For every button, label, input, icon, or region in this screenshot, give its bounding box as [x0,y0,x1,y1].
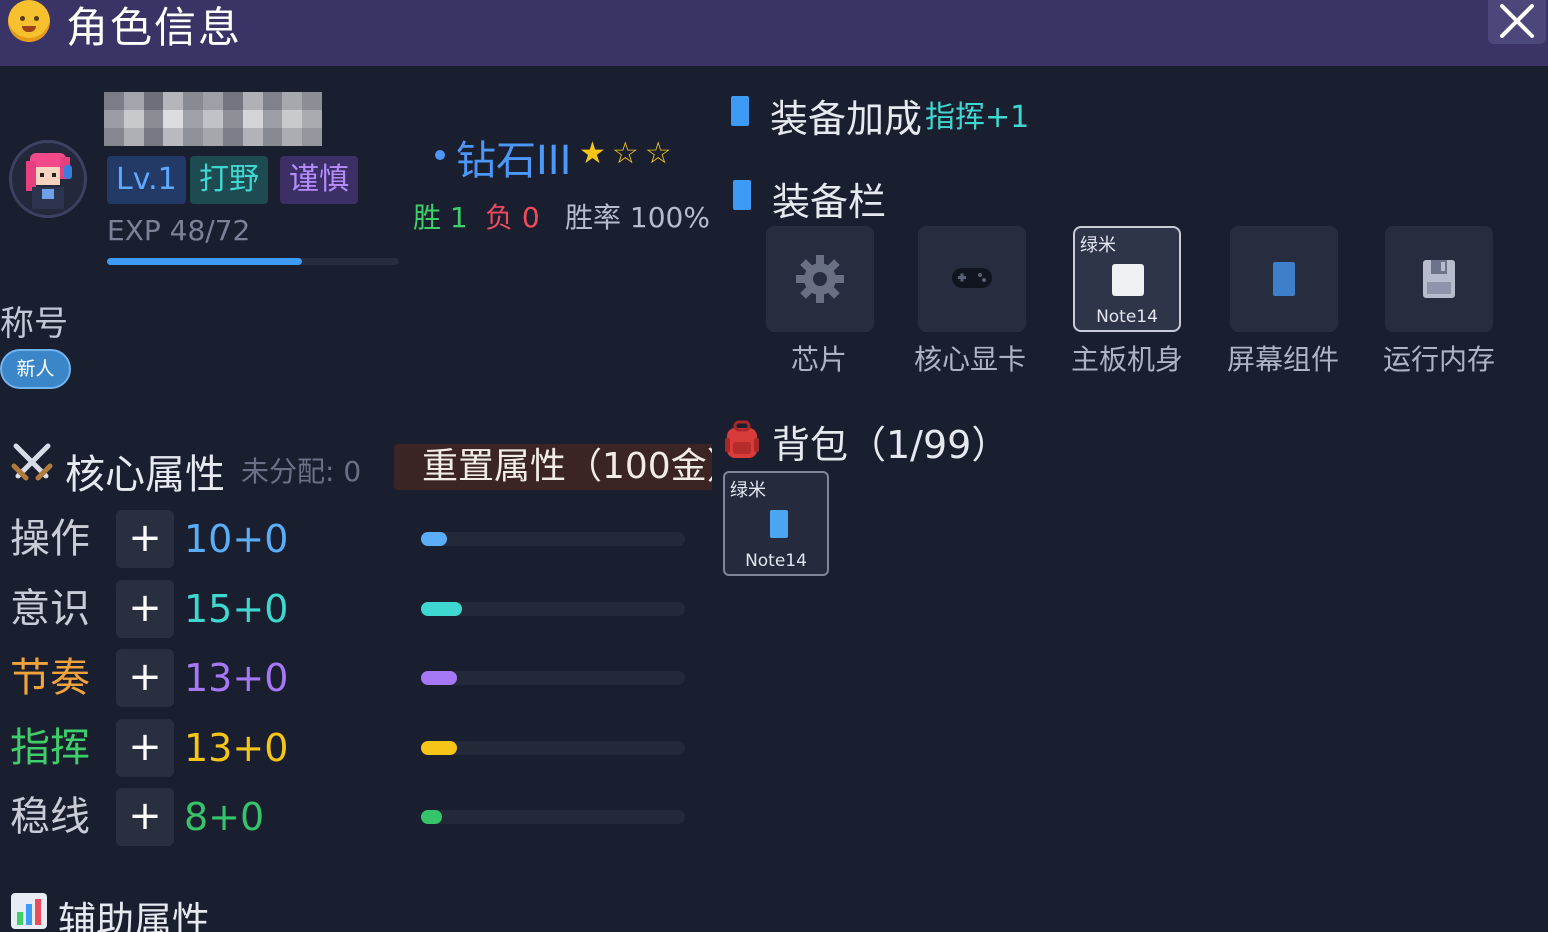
floppy-disk-icon [1423,260,1455,298]
attribute-bar-fill [421,741,457,755]
rarity-label: 绿米 [730,480,766,501]
rank-name: 钻石III [456,138,572,184]
attribute-row: 意识 + 15+0 [0,580,700,638]
slot-label: 屏幕组件 [1226,343,1339,376]
attribute-row: 节奏 + 13+0 [0,649,700,707]
add-point-button[interactable]: + [116,649,174,707]
slot-label: 主板机身 [1070,343,1183,376]
close-icon [1500,4,1534,38]
gear-icon [796,255,844,303]
model-label: Note14 [1096,307,1158,327]
reset-attributes-button[interactable]: 重置属性（100金） [394,444,712,490]
slot-label: 芯片 [790,343,847,376]
slot-label: 运行内存 [1382,343,1495,376]
attribute-bar [421,602,685,616]
attribute-bar-fill [421,810,443,824]
close-button[interactable] [1488,0,1546,44]
attribute-row: 指挥 + 13+0 [0,719,700,777]
level-tag: Lv.1 [107,156,186,204]
backpack-icon [723,420,761,460]
attribute-bar [421,671,685,685]
unassigned-points: 未分配: 0 [241,455,362,488]
attribute-bar [421,810,685,824]
attribute-row: 操作 + 10+0 [0,510,700,568]
backpack-item[interactable]: 绿米 Note14 [723,471,829,576]
title-bar: 角色信息 [0,0,1548,66]
win-count: 胜 1 [413,201,468,234]
attribute-bar [421,741,685,755]
equipment-bonus-heading: 装备加成 [770,97,923,141]
add-point-button[interactable]: + [116,788,174,846]
attribute-bar-fill [421,532,448,546]
slot-label: 核心显卡 [913,343,1026,376]
add-point-button[interactable]: + [116,719,174,777]
rank-dot-icon [435,150,445,160]
attribute-value: 15+0 [184,587,289,631]
section-bullet-icon [731,96,749,126]
attribute-name: 操作 [10,516,90,562]
aux-attributes-heading: 辅助属性 [58,899,211,932]
loss-count: 负 0 [485,201,540,234]
newbie-title-badge[interactable]: 新人 [0,349,71,389]
slot-gpu[interactable] [918,226,1026,332]
window-title: 角色信息 [66,3,243,52]
attribute-bar [421,532,685,546]
trait-tag: 谨慎 [280,156,358,204]
section-bullet-icon [733,180,751,210]
attribute-bar-fill [421,602,462,616]
attribute-name: 稳线 [10,794,90,840]
add-point-button[interactable]: + [116,580,174,638]
attribute-value: 10+0 [184,517,289,561]
exp-progress-fill [107,258,302,265]
character-avatar-icon [12,143,84,215]
equipment-slots-heading: 装备栏 [772,180,887,224]
crossed-swords-icon [10,440,54,494]
attribute-name: 节奏 [10,655,90,701]
attribute-value: 8+0 [184,795,265,839]
win-rate: 胜率 100% [565,201,710,234]
backpack-heading: 背包（1/99） [772,423,1010,467]
slot-memory[interactable] [1385,226,1493,332]
exp-text: EXP 48/72 [107,214,251,247]
player-name-blurred [104,92,322,146]
exp-progress-bar [107,258,399,265]
attribute-row: 稳线 + 8+0 [0,788,700,846]
attribute-value: 13+0 [184,656,289,700]
screen-icon [1273,262,1295,296]
model-label: Note14 [745,551,807,571]
attribute-value: 13+0 [184,726,289,770]
avatar[interactable] [9,140,87,218]
attribute-bar-fill [421,671,457,685]
title-section-heading: 称号 [0,304,68,344]
slot-screen[interactable] [1230,226,1338,332]
attribute-name: 指挥 [10,725,90,771]
rarity-label: 绿米 [1080,235,1116,256]
slot-motherboard[interactable]: 绿米 Note14 [1073,226,1181,332]
slot-chip[interactable] [766,226,874,332]
core-attributes-heading: 核心属性 [65,452,225,498]
add-point-button[interactable]: + [116,510,174,568]
rank-stars: ★☆☆ [579,136,678,171]
white-square-icon [1112,264,1144,296]
gamepad-icon [952,268,992,288]
role-tag: 打野 [190,156,268,204]
face-emoji-icon [8,0,50,42]
equipment-bonus-value: 指挥+1 [925,100,1030,135]
blue-phone-icon [770,510,788,538]
attribute-name: 意识 [10,586,90,632]
bar-chart-icon [10,892,48,932]
